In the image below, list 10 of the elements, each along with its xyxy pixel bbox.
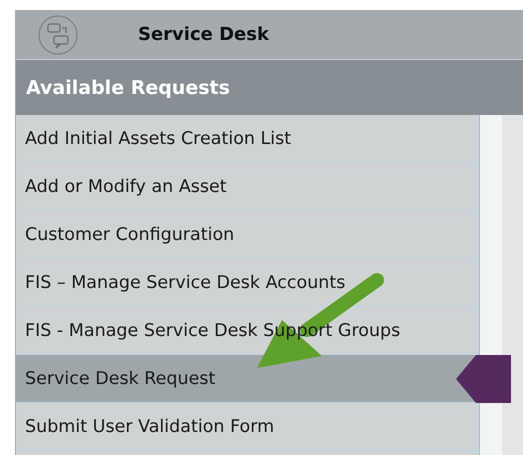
panel-title: Service Desk — [138, 24, 269, 45]
request-item[interactable]: Add or Modify an Asset — [16, 163, 479, 211]
request-item[interactable]: Service Desk Request — [16, 355, 479, 403]
section-title: Available Requests — [26, 76, 230, 98]
chat-bubbles-icon — [38, 14, 78, 54]
request-item[interactable]: FIS – Manage Service Desk Accounts — [16, 259, 479, 307]
request-item[interactable]: Customer Configuration — [16, 211, 479, 259]
request-item[interactable]: Add Initial Assets Creation List — [16, 115, 479, 163]
selection-marker-icon — [456, 355, 511, 403]
request-item[interactable]: Submit User Validation Form — [16, 403, 479, 451]
